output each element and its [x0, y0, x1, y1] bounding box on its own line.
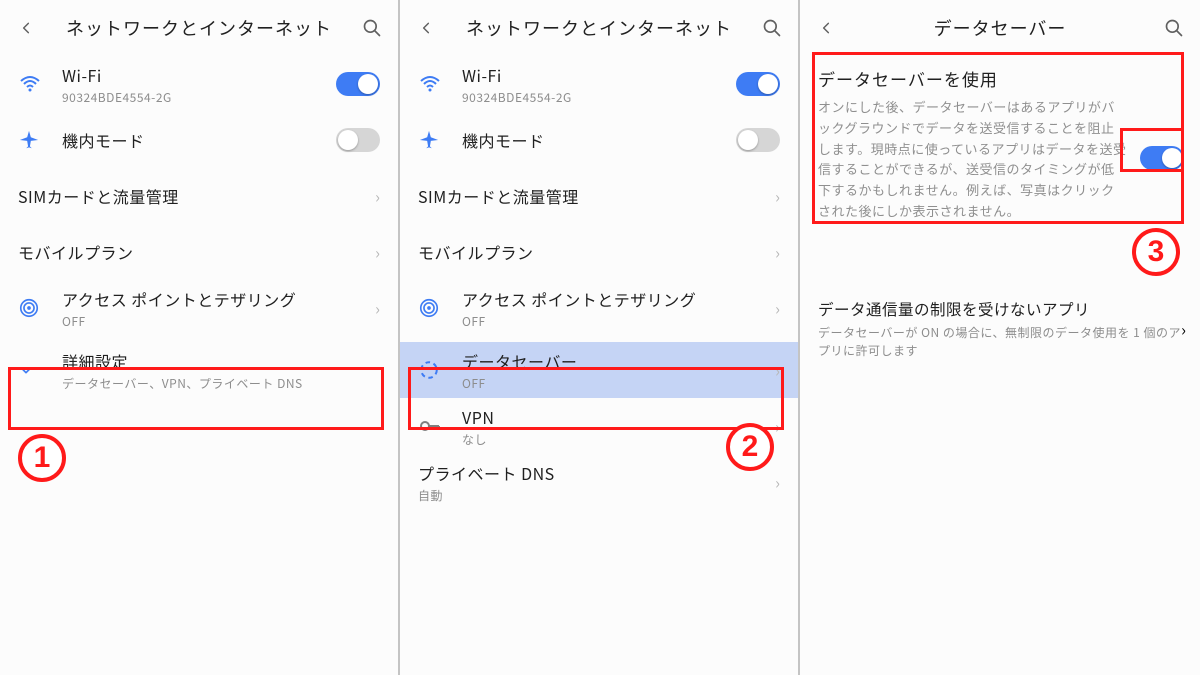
mobile-plan-label: モバイルプラン: [18, 240, 375, 264]
airplane-label: 機内モード: [62, 128, 336, 152]
unrestricted-label: データ通信量の制限を受けないアプリ: [818, 298, 1181, 320]
row-hotspot[interactable]: アクセス ポイントとテザリング OFF ›: [400, 280, 798, 336]
airplane-icon: [418, 129, 462, 151]
wifi-toggle[interactable]: [736, 72, 780, 96]
header: データセーバー: [800, 0, 1200, 56]
hotspot-label: アクセス ポイントとテザリング: [462, 287, 775, 311]
row-wifi[interactable]: Wi-Fi 90324BDE4554-2G: [400, 56, 798, 112]
pdns-label: プライベート DNS: [418, 461, 775, 485]
header: ネットワークとインターネット: [0, 0, 398, 56]
vpn-label: VPN: [462, 405, 775, 429]
hotspot-icon: [418, 297, 462, 319]
airplane-toggle[interactable]: [736, 128, 780, 152]
row-airplane[interactable]: 機内モード: [400, 112, 798, 168]
search-icon[interactable]: [358, 14, 386, 42]
vpn-key-icon: [418, 414, 462, 438]
use-datasaver-desc: オンにした後、データセーバーはあるアプリがバックグラウンドでデータを送受信するこ…: [818, 97, 1182, 222]
wifi-icon: [18, 72, 62, 96]
pane-network-2: ネットワークとインターネット Wi-Fi 90324BDE4554-2G 機内モ…: [400, 0, 800, 675]
chevron-down-icon: [18, 362, 62, 378]
row-hotspot[interactable]: アクセス ポイントとテザリング OFF ›: [0, 280, 398, 336]
row-wifi[interactable]: Wi-Fi 90324BDE4554-2G: [0, 56, 398, 112]
hotspot-sub: OFF: [462, 313, 775, 330]
use-datasaver-toggle[interactable]: [1140, 146, 1184, 170]
row-mobile-plan[interactable]: モバイルプラン ›: [0, 224, 398, 280]
chevron-right-icon: ›: [375, 240, 380, 264]
pane-datasaver: データセーバー データセーバーを使用 オンにした後、データセーバーはあるアプリが…: [800, 0, 1200, 675]
chevron-right-icon: ›: [775, 296, 780, 320]
back-icon[interactable]: [812, 14, 840, 42]
step-badge-3: 3: [1132, 228, 1180, 276]
back-icon[interactable]: [412, 14, 440, 42]
search-icon[interactable]: [758, 14, 786, 42]
airplane-icon: [18, 129, 62, 151]
hotspot-icon: [18, 297, 62, 319]
row-mobile-plan[interactable]: モバイルプラン ›: [400, 224, 798, 280]
chevron-right-icon: ›: [375, 184, 380, 208]
row-use-datasaver[interactable]: データセーバーを使用 オンにした後、データセーバーはあるアプリがバックグラウンド…: [800, 56, 1200, 230]
datasaver-sub: OFF: [462, 375, 775, 392]
mobile-plan-label: モバイルプラン: [418, 240, 775, 264]
advanced-sub: データセーバー、VPN、プライベート DNS: [62, 375, 380, 392]
datasaver-label: データセーバー: [462, 349, 775, 373]
row-sim[interactable]: SIMカードと流量管理 ›: [0, 168, 398, 224]
airplane-toggle[interactable]: [336, 128, 380, 152]
page-title: データセーバー: [840, 15, 1160, 41]
pane-network-1: ネットワークとインターネット Wi-Fi 90324BDE4554-2G 機内モ…: [0, 0, 400, 675]
hotspot-label: アクセス ポイントとテザリング: [62, 287, 375, 311]
airplane-label: 機内モード: [462, 128, 736, 152]
back-icon[interactable]: [12, 14, 40, 42]
row-datasaver[interactable]: データセーバー OFF ›: [400, 342, 798, 398]
step-badge-1: 1: [18, 434, 66, 482]
wifi-icon: [418, 72, 462, 96]
page-title: ネットワークとインターネット: [40, 15, 358, 41]
use-datasaver-label: データセーバーを使用: [818, 66, 1182, 91]
chevron-right-icon: ›: [375, 296, 380, 320]
chevron-right-icon: ›: [775, 470, 780, 494]
wifi-label: Wi-Fi: [462, 63, 736, 87]
pdns-sub: 自動: [418, 487, 775, 504]
step-badge-2: 2: [726, 423, 774, 471]
unrestricted-sub: データセーバーが ON の場合に、無制限のデータ使用を 1 個のアプリに許可しま…: [818, 324, 1181, 360]
wifi-sub: 90324BDE4554-2G: [462, 89, 736, 106]
datasaver-icon: [418, 359, 462, 381]
row-advanced[interactable]: 詳細設定 データセーバー、VPN、プライベート DNS: [0, 342, 398, 398]
sim-label: SIMカードと流量管理: [418, 184, 775, 208]
row-sim[interactable]: SIMカードと流量管理 ›: [400, 168, 798, 224]
page-title: ネットワークとインターネット: [440, 15, 758, 41]
row-airplane[interactable]: 機内モード: [0, 112, 398, 168]
row-unrestricted-apps[interactable]: データ通信量の制限を受けないアプリ データセーバーが ON の場合に、無制限のデ…: [800, 288, 1200, 370]
hotspot-sub: OFF: [62, 313, 375, 330]
wifi-label: Wi-Fi: [62, 63, 336, 87]
wifi-sub: 90324BDE4554-2G: [62, 89, 336, 106]
advanced-label: 詳細設定: [62, 349, 380, 373]
chevron-right-icon: ›: [775, 414, 780, 438]
sim-label: SIMカードと流量管理: [18, 184, 375, 208]
search-icon[interactable]: [1160, 14, 1188, 42]
chevron-right-icon: ›: [775, 358, 780, 382]
chevron-right-icon: ›: [1181, 317, 1186, 341]
chevron-right-icon: ›: [775, 240, 780, 264]
wifi-toggle[interactable]: [336, 72, 380, 96]
chevron-right-icon: ›: [775, 184, 780, 208]
header: ネットワークとインターネット: [400, 0, 798, 56]
